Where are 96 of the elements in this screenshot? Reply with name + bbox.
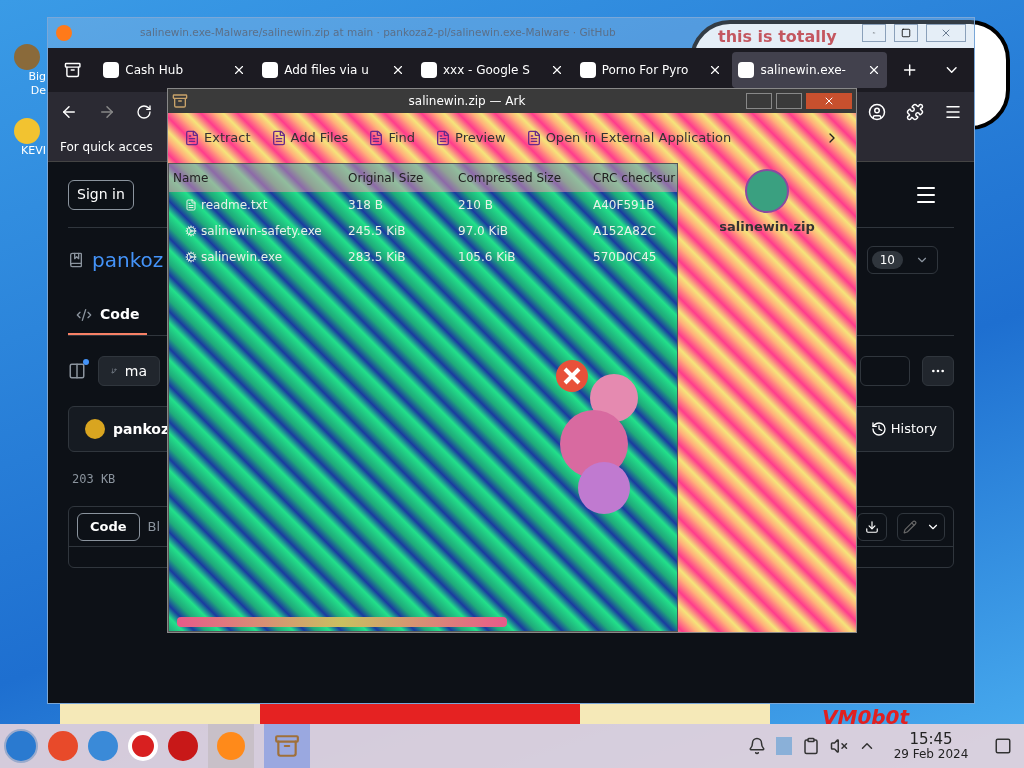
pencil-icon [902, 519, 917, 534]
close-icon [940, 27, 952, 39]
column-header[interactable]: Compressed Size [454, 169, 589, 187]
toolbar-icon [435, 130, 452, 146]
watch-count: 10 [871, 251, 903, 269]
package-icon [172, 93, 188, 109]
desktop-icon-label: De [30, 84, 46, 98]
repository-icon [68, 252, 84, 268]
browser-tab[interactable]: Porno For Pyro [573, 52, 729, 88]
favicon-icon [420, 62, 437, 78]
sign-in-button[interactable]: Sign in [68, 179, 134, 210]
clipboard-icon[interactable] [802, 737, 820, 755]
reload-icon[interactable] [136, 104, 152, 120]
watch-button[interactable]: 10 [866, 246, 938, 274]
table-cell-text: 105.6 KiB [457, 249, 517, 266]
archive-name: salinewin.zip [719, 218, 815, 236]
history-button[interactable]: History [870, 419, 937, 439]
package-icon [274, 733, 300, 759]
app-icon[interactable] [48, 731, 78, 761]
repo-tab[interactable]: Code [68, 304, 148, 335]
favicon-icon [262, 62, 279, 78]
table-cell-text: 210 B [457, 197, 494, 214]
toolbar-button[interactable]: Extract [184, 128, 251, 148]
history-icon [870, 421, 887, 437]
favicon-icon [103, 62, 120, 78]
browser-tab[interactable]: xxx - Google S [414, 52, 570, 88]
browser-tab[interactable]: Cash Hub [97, 52, 253, 88]
tab-title: Cash Hub [125, 62, 184, 79]
toolbar-button[interactable]: Find [368, 128, 416, 148]
table-cell-text: 283.5 KiB [347, 249, 407, 266]
download-icon [865, 519, 879, 534]
mute-icon[interactable] [830, 737, 848, 755]
executable-icon [185, 225, 197, 237]
window-title: salinewin.zip — Ark [407, 93, 527, 110]
menu-icon[interactable] [944, 103, 962, 121]
archive-icon [745, 169, 789, 213]
tab-title: Porno For Pyro [601, 62, 690, 79]
toolbar-icon [270, 130, 287, 146]
wallpaper-text: VM0b0t [822, 704, 910, 731]
favicon-icon [579, 62, 596, 78]
bookmarks-hint: For quick acces [60, 138, 153, 156]
column-header[interactable]: CRC checksur [589, 169, 679, 187]
extensions-icon[interactable] [906, 103, 924, 121]
view-tab[interactable]: Bl [147, 512, 161, 541]
toolbar-icon [184, 130, 200, 146]
browser-logo-icon [56, 25, 72, 41]
tab-overview-icon[interactable] [64, 61, 82, 79]
table-cell-text: 570D0C45 [592, 249, 658, 266]
code-icon [76, 306, 92, 323]
minimize-button[interactable] [746, 93, 772, 109]
desktop-icon-label: Big [28, 70, 46, 84]
table-cell-text: 245.5 KiB [347, 223, 407, 240]
search-field[interactable] [860, 356, 910, 386]
branch-selector[interactable]: ma [98, 356, 160, 386]
table-cell-text: A152A82C [592, 223, 657, 240]
speech-bubble-text: this is totally [718, 28, 837, 46]
tab-title: xxx - Google S [442, 62, 531, 79]
maximize-icon [901, 28, 911, 38]
text-file-icon [185, 199, 197, 211]
author-name[interactable]: pankoz [113, 418, 170, 440]
show-desktop-icon[interactable] [994, 737, 1012, 755]
notifications-icon[interactable] [748, 737, 766, 755]
executable-icon [185, 251, 197, 263]
scrollbar[interactable] [177, 617, 507, 627]
table-cell-text: 318 B [347, 197, 384, 214]
favicon-icon [738, 62, 755, 78]
close-icon [823, 95, 835, 107]
file-size: 203 KB [72, 471, 117, 488]
column-header[interactable]: Original Size [344, 169, 454, 187]
maximize-button[interactable] [776, 93, 802, 109]
window-title: salinewin.exe-Malware/salinewin.zip at main · pankoza2-pl/salinewin.exe-Malware · GitHub [140, 25, 616, 41]
browser-logo-icon [217, 732, 245, 760]
app-icon[interactable] [168, 731, 198, 761]
edit-button[interactable] [897, 512, 945, 541]
toolbar-button[interactable]: Add Files [270, 128, 349, 148]
toolbar-button[interactable]: Preview [435, 128, 506, 148]
start-button[interactable] [4, 729, 38, 763]
maximize-button[interactable] [894, 24, 918, 42]
tab-title: Add files via u [284, 62, 370, 79]
browser-tab[interactable]: salinewin.exe- [732, 52, 888, 88]
forward-icon[interactable] [98, 103, 116, 121]
tab-title: salinewin.exe- [760, 62, 847, 79]
view-tab[interactable]: Code [77, 512, 140, 541]
sidebar-toggle-icon[interactable] [68, 362, 86, 380]
table-cell-text: 97.0 KiB [457, 223, 509, 240]
avatar-icon [85, 419, 105, 439]
clock[interactable]: 15:45 29 Feb 2024 [886, 731, 976, 761]
desktop-icon-label: KEVI [21, 144, 46, 158]
back-icon[interactable] [60, 103, 78, 121]
toolbar-icon [525, 130, 542, 146]
browser-tab[interactable]: Add files via u [256, 52, 411, 88]
column-header[interactable]: Name [169, 169, 344, 187]
account-icon[interactable] [868, 103, 886, 121]
toolbar-icon [368, 130, 385, 146]
toolbar-button[interactable]: Open in External Application [525, 128, 732, 148]
repository-name[interactable]: pankoz [92, 245, 164, 275]
